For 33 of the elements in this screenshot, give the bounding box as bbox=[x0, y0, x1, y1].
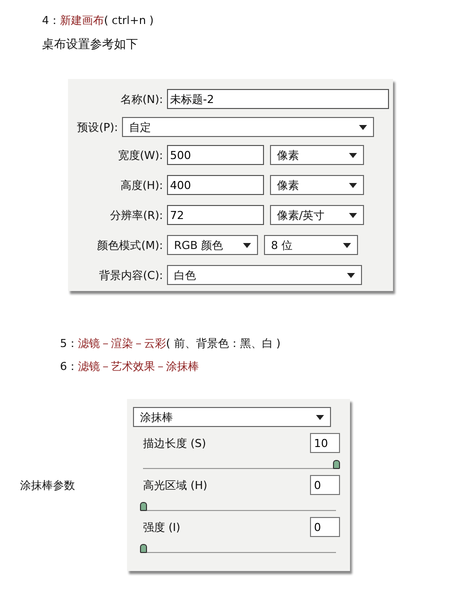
mode-dropdown[interactable]: RGB 颜色 bbox=[167, 235, 258, 255]
unit-dropdown[interactable]: 8 位 bbox=[264, 235, 358, 255]
value-field[interactable]: 0 bbox=[310, 475, 340, 495]
step-heading: 5：滤镜－渲染－云彩( 前、背景色：黑、白 ) bbox=[59, 336, 282, 351]
input-field[interactable]: 400 bbox=[167, 175, 264, 195]
field-label: 颜色模式(M): bbox=[96, 238, 163, 252]
slider-label: 描边长度 (S) bbox=[143, 436, 206, 450]
filter-dropdown[interactable]: 涂抹棒 bbox=[133, 407, 331, 427]
step-heading: 4：新建画布( ctrl+n ) bbox=[41, 13, 155, 28]
field-label: 高度(H): bbox=[119, 178, 163, 192]
name-field[interactable]: 未标题-2 bbox=[167, 89, 389, 109]
step-heading: 6：滤镜－艺术效果－涂抹棒 bbox=[59, 359, 200, 374]
field-label: 分辨率(R): bbox=[109, 208, 163, 222]
slider-label: 高光区域 (H) bbox=[143, 478, 208, 492]
value-field[interactable]: 10 bbox=[310, 433, 340, 453]
caption: 涂抹棒参数 bbox=[19, 478, 76, 492]
slider-thumb[interactable] bbox=[140, 502, 147, 511]
field-label: 背景内容(C): bbox=[98, 268, 163, 282]
background-dropdown[interactable]: 白色 bbox=[167, 265, 362, 285]
slider-thumb[interactable] bbox=[140, 544, 147, 553]
unit-dropdown[interactable]: 像素/英寸 bbox=[270, 205, 364, 225]
field-label: 预设(P): bbox=[76, 120, 118, 134]
field-label: 名称(N): bbox=[119, 92, 163, 106]
input-field[interactable]: 500 bbox=[167, 145, 264, 165]
unit-dropdown[interactable]: 像素 bbox=[270, 145, 364, 165]
slider-label: 强度 (I) bbox=[143, 520, 180, 534]
unit-dropdown[interactable]: 像素 bbox=[270, 175, 364, 195]
preset-dropdown[interactable]: 自定 bbox=[122, 117, 374, 137]
field-label: 宽度(W): bbox=[116, 148, 163, 162]
input-field[interactable]: 72 bbox=[167, 205, 264, 225]
value-field[interactable]: 0 bbox=[310, 517, 340, 537]
step-note: 桌布设置参考如下 bbox=[41, 36, 139, 53]
slider-thumb[interactable] bbox=[333, 460, 340, 469]
